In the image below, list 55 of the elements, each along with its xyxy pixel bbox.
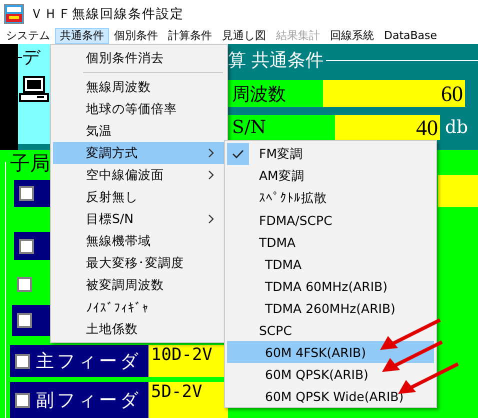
- annotation-arrow: [378, 318, 442, 352]
- value-field[interactable]: 60: [323, 80, 465, 107]
- menu-item[interactable]: TDMA: [227, 253, 302, 275]
- menu-item[interactable]: システム: [1, 28, 55, 44]
- menu-item[interactable]: 気温: [53, 120, 225, 142]
- checkbox[interactable]: [19, 186, 34, 201]
- value-field[interactable]: 40: [335, 115, 440, 140]
- menu-item[interactable]: 回線系統: [325, 28, 379, 44]
- menu-item[interactable]: 60M QPSK(ARIB): [227, 363, 368, 385]
- menu-item[interactable]: 地球の等価倍率: [53, 98, 225, 120]
- checkbox[interactable]: [17, 276, 32, 292]
- computer-icon: [19, 76, 49, 102]
- menu-item[interactable]: FM変調: [227, 143, 303, 165]
- menu-item[interactable]: TDMA 60MHz(ARIB): [227, 275, 388, 297]
- menu-item[interactable]: 目標S/N: [53, 208, 225, 230]
- menu-item[interactable]: 反射無し: [53, 186, 225, 208]
- menu-item[interactable]: AM変調: [227, 165, 304, 187]
- menu-item[interactable]: 見通し図: [217, 28, 271, 44]
- menu-item[interactable]: FDMA/SCPC: [227, 209, 332, 231]
- menu-item[interactable]: 被変調周波数: [53, 274, 225, 296]
- menu-item[interactable]: 共通条件: [55, 28, 109, 44]
- value-field[interactable]: [438, 175, 478, 207]
- menu-item[interactable]: 個別条件: [109, 28, 163, 44]
- check-icon: [232, 149, 244, 159]
- menu-item[interactable]: 土地係数: [53, 318, 225, 340]
- menu-item[interactable]: ｽﾍﾟｸﾄﾙ拡散: [227, 187, 327, 209]
- menu-item[interactable]: 60M QPSK Wide(ARIB): [227, 385, 404, 407]
- menu-item[interactable]: TDMA 260MHz(ARIB): [227, 297, 396, 319]
- menu-item[interactable]: 個別条件消去: [53, 47, 225, 69]
- checkbox[interactable]: [17, 313, 32, 328]
- checkbox[interactable]: [15, 354, 30, 368]
- checkbox[interactable]: [15, 392, 30, 408]
- menu-item[interactable]: 60M 4FSK(ARIB): [227, 341, 434, 363]
- menu-item[interactable]: 変調方式: [53, 142, 225, 164]
- menu-item[interactable]: SCPC: [227, 319, 292, 341]
- menu-item[interactable]: 無線周波数: [53, 76, 225, 98]
- menu-item[interactable]: 空中線偏波面: [53, 164, 225, 186]
- panel-title: デ: [22, 46, 40, 69]
- annotation-arrow: [380, 340, 444, 374]
- menu-item[interactable]: TDMA: [227, 231, 296, 253]
- checkbox[interactable]: [19, 238, 34, 254]
- menu-item[interactable]: ﾉｲｽﾞﾌｨｷﾞｬ: [53, 296, 225, 318]
- field-label: S/N: [228, 115, 335, 140]
- menu-item[interactable]: 計算条件: [163, 28, 217, 44]
- value-field[interactable]: 5D-2V: [148, 382, 228, 418]
- app-icon: [4, 4, 24, 24]
- section-title: 算 共通条件: [228, 49, 324, 72]
- window-title: ＶＨＦ無線回線条件設定: [30, 6, 184, 23]
- menu-item[interactable]: DataBase: [379, 28, 442, 44]
- option-label: 主フィーダ: [36, 350, 141, 373]
- menu-item[interactable]: 最大変移･変調度: [53, 252, 225, 274]
- field-label: 周波数: [228, 80, 323, 107]
- option-label: 副フィーダ: [36, 389, 141, 412]
- menu-item[interactable]: 無線機帯域: [53, 230, 225, 252]
- unit-label: db: [445, 117, 468, 138]
